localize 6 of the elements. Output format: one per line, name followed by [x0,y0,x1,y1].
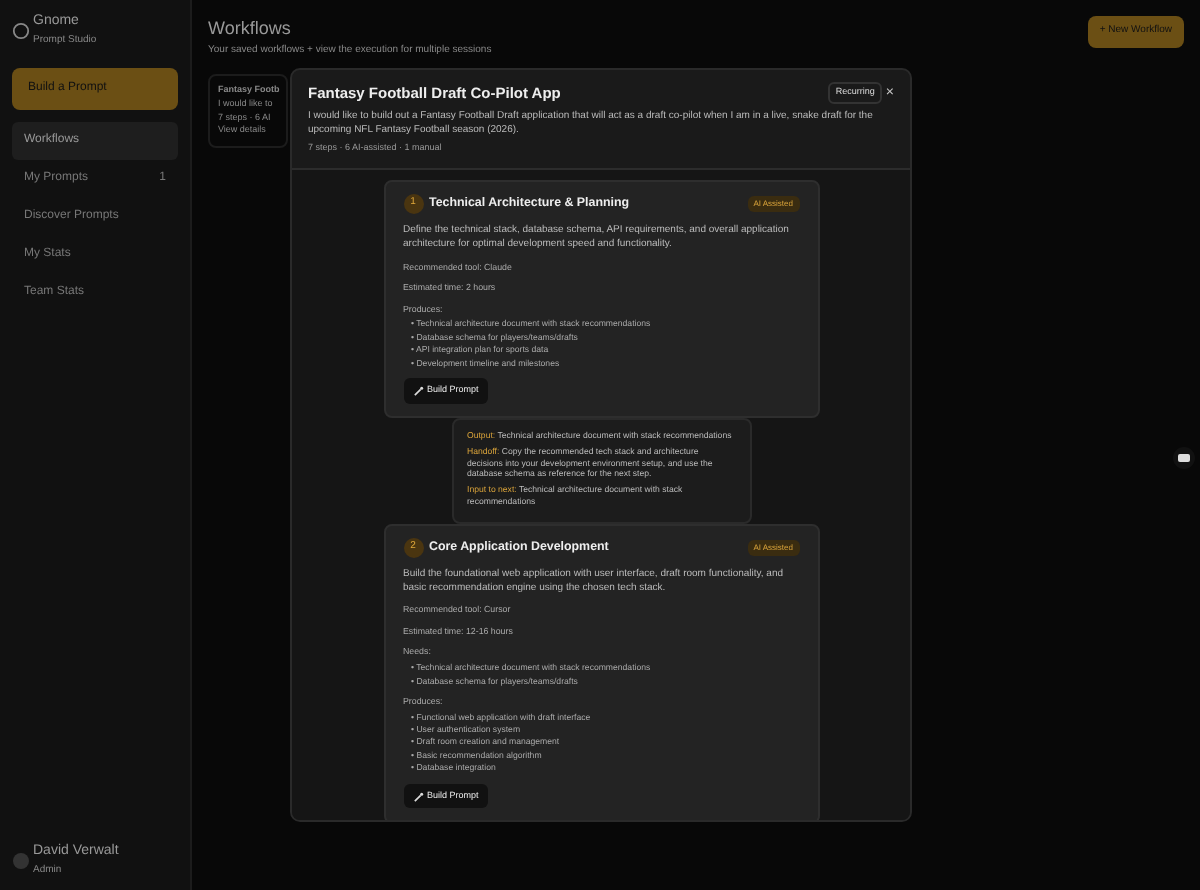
wand-icon [413,385,423,396]
logo-icon [12,21,30,39]
wand-icon [413,791,423,802]
chat-icon[interactable] [1172,446,1196,470]
avatar-icon [12,851,30,869]
page-title: Workflows [208,16,293,42]
